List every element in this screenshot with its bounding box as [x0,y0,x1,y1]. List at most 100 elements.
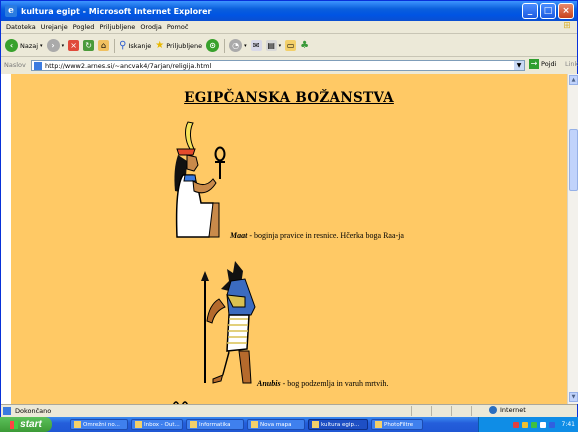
taskbar-item[interactable]: PhotoFiltre [371,419,423,430]
tray-icon[interactable] [512,421,519,428]
search-icon: ⚲ [119,40,127,51]
links-label[interactable]: Links [565,60,578,68]
go-label: Pojdi [541,60,557,68]
toolbar: ‹ Nazaj ▾ › ▾ × ↻ ⌂ ⚲ Iskanje ★ Priljubl… [1,35,577,57]
windows-flag-icon [10,420,19,429]
address-input[interactable]: http://www2.arnes.si/~ancvak4/7arjan/rel… [31,60,525,71]
chevron-down-icon: ▾ [244,42,247,49]
taskbar-item-label: PhotoFiltre [384,421,414,428]
taskbar-item[interactable]: Omrežni no... [70,419,128,430]
close-button[interactable]: × [558,3,574,19]
messenger-button[interactable]: ♣ [300,40,309,51]
forward-arrow-icon: › [46,39,60,52]
page-icon [34,61,42,70]
start-label: start [20,419,42,430]
tray-icon[interactable] [521,421,528,428]
taskbar-item-label: Nova mapa [260,421,292,428]
taskbar-item-active[interactable]: kultura egip... [308,419,368,430]
anubis-figure-image [201,261,256,384]
tray-icon[interactable] [530,421,537,428]
outlook-icon [135,421,142,428]
minimize-button[interactable]: _ [522,3,538,19]
anubis-name: Anubis [257,379,281,388]
maximize-button[interactable]: □ [540,3,556,19]
system-tray: 7:41 [478,417,578,432]
chevron-down-icon[interactable]: ▼ [514,61,524,70]
page-margin [1,74,11,404]
internet-explorer-icon: e [5,5,17,17]
taskbar-item[interactable]: Nova mapa [247,419,305,430]
taskbar-item-label: Informatika [199,421,231,428]
windows-logo-icon: ⊞ [563,21,571,31]
status-divider [431,406,432,416]
edit-button[interactable]: ▭ [285,40,297,51]
taskbar-item[interactable]: Inbox - Out... [131,419,183,430]
refresh-icon: ↻ [83,40,95,51]
anubis-caption: Anubis - bog podzemlja in varuh mrtvih. [257,379,388,388]
photofiltre-icon [375,421,382,428]
folder-icon [190,421,197,428]
taskbar-item-label: kultura egip... [321,421,360,428]
star-icon: ★ [155,40,165,51]
menu-favorites[interactable]: Priljubljene [99,23,135,31]
maat-name: Maat [230,231,248,240]
globe-icon [489,406,497,414]
stop-button[interactable]: × [68,40,80,51]
status-divider [451,406,452,416]
maat-figure-image [174,121,226,238]
menu-edit[interactable]: Urejanje [41,23,68,31]
menu-view[interactable]: Pogled [73,23,95,31]
messenger-icon: ♣ [300,40,310,51]
next-figure-partial-image [173,401,188,404]
search-button[interactable]: ⚲ Iskanje [119,40,151,51]
print-icon: ▤ [265,40,277,51]
vertical-scrollbar[interactable]: ▲ ▼ [567,74,578,404]
chevron-down-icon: ▾ [278,42,282,49]
history-button[interactable]: ◔ ▾ [229,39,247,52]
browser-window: e kultura egipt - Microsoft Internet Exp… [0,0,578,432]
anubis-description: - bog podzemlja in varuh mrtvih. [280,379,389,388]
scrollbar-thumb[interactable] [569,129,578,191]
tray-icon[interactable] [548,421,555,428]
back-arrow-icon: ‹ [5,39,18,52]
media-button[interactable]: ⊙ [206,39,220,52]
taskbar-item-label: Omrežni no... [83,421,120,428]
menu-help[interactable]: Pomoč [167,23,189,31]
taskbar: start Omrežni no... Inbox - Out... Infor… [0,417,578,432]
scroll-up-arrow-icon[interactable]: ▲ [569,75,578,85]
back-button[interactable]: ‹ Nazaj ▾ [5,39,43,52]
url-text: http://www2.arnes.si/~ancvak4/7arjan/rel… [45,61,212,70]
mail-button[interactable]: ✉ [250,40,262,51]
folder-icon [251,421,258,428]
menu-tools[interactable]: Orodja [140,23,162,31]
taskbar-item-label: Inbox - Out... [144,421,180,428]
start-button[interactable]: start [0,417,52,432]
print-button[interactable]: ▤ ▾ [265,40,282,51]
scroll-down-arrow-icon[interactable]: ▼ [569,392,578,402]
maat-caption: Maat - boginja pravice in resnice. Hčerk… [230,231,404,240]
page-content: EGIPČANSKA BOŽANSTVA Maat - boginja prav… [11,74,567,404]
search-label: Iskanje [128,41,152,50]
status-divider [471,406,472,416]
mail-icon: ✉ [250,40,262,51]
menu-file[interactable]: Datoteka [6,23,36,31]
folder-icon: ▭ [285,40,297,51]
title-bar[interactable]: e kultura egipt - Microsoft Internet Exp… [1,1,577,21]
tray-icon[interactable] [539,421,546,428]
status-text: Dokončano [15,406,52,415]
media-icon: ⊙ [206,39,220,52]
taskbar-item[interactable]: Informatika [186,419,244,430]
refresh-button[interactable]: ↻ [83,40,95,51]
page-heading: EGIPČANSKA BOŽANSTVA [184,90,394,106]
stop-icon: × [68,40,80,51]
home-button[interactable]: ⌂ [98,40,110,51]
favorites-button[interactable]: ★ Priljubljene [155,40,202,51]
go-button[interactable]: → Pojdi [529,59,556,69]
forward-button[interactable]: › ▾ [46,39,64,52]
address-bar: Naslov http://www2.arnes.si/~ancvak4/7ar… [1,58,578,72]
toolbar-divider [114,38,116,53]
history-icon: ◔ [229,39,243,52]
internet-explorer-icon [312,421,319,428]
window-title: kultura egipt - Microsoft Internet Explo… [21,6,212,16]
go-arrow-icon: → [529,59,539,69]
